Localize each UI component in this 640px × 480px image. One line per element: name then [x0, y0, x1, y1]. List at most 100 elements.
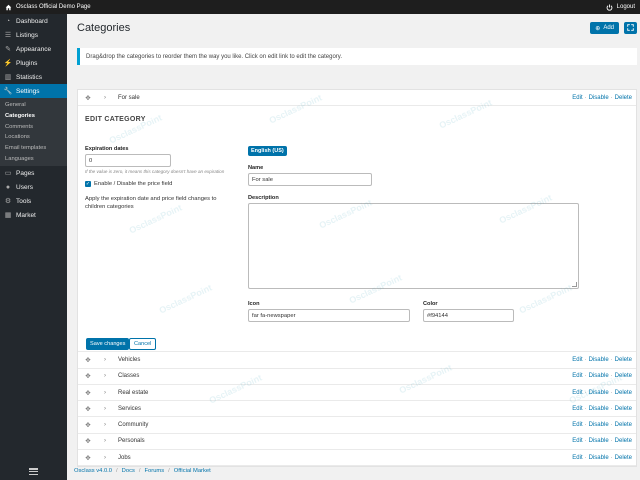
- save-changes-button[interactable]: Save changes: [86, 338, 130, 351]
- edit-link[interactable]: Edit: [572, 455, 582, 461]
- sidebar-item-market[interactable]: ▦ Market: [0, 208, 67, 222]
- chevron-right-icon[interactable]: ›: [100, 390, 110, 396]
- expiration-label: Expiration dates: [85, 146, 129, 153]
- official-market-link[interactable]: Official Market: [174, 468, 211, 474]
- drag-handle-icon[interactable]: ✥: [82, 94, 94, 102]
- chevron-right-icon[interactable]: ›: [100, 438, 110, 444]
- chevron-right-icon[interactable]: ›: [100, 422, 110, 428]
- logout-label: Logout: [616, 4, 635, 10]
- version-link[interactable]: Osclass v4.0.0: [74, 468, 112, 474]
- edit-link[interactable]: Edit: [572, 390, 582, 396]
- category-row: ✥ › Classes Edit · Disable · Delete: [78, 369, 636, 385]
- disable-link[interactable]: Disable: [589, 390, 609, 396]
- submenu-item-comments[interactable]: Comments: [0, 121, 67, 132]
- submenu-item-locations[interactable]: Locations: [0, 132, 67, 143]
- chevron-right-icon[interactable]: ›: [100, 373, 110, 379]
- edit-link[interactable]: Edit: [572, 373, 582, 379]
- delete-link[interactable]: Delete: [615, 390, 632, 396]
- icon-input[interactable]: far fa-newspaper: [248, 309, 410, 323]
- disable-link[interactable]: Disable: [589, 438, 609, 444]
- name-input[interactable]: For sale: [248, 173, 372, 187]
- disable-link[interactable]: Disable: [589, 373, 609, 379]
- sidebar-item-plugins[interactable]: ⚡ Plugins: [0, 56, 67, 70]
- disable-link[interactable]: Disable: [589, 455, 609, 461]
- resize-handle-icon[interactable]: [572, 282, 577, 288]
- logout-link[interactable]: Logout: [606, 4, 635, 11]
- delete-link[interactable]: Delete: [615, 422, 632, 428]
- delete-link[interactable]: Delete: [615, 406, 632, 412]
- disable-link[interactable]: Disable: [589, 422, 609, 428]
- sidebar-item-settings[interactable]: 🔧 Settings: [0, 84, 67, 98]
- separator: ·: [610, 356, 613, 363]
- chevron-right-icon[interactable]: ›: [100, 95, 110, 101]
- edit-link[interactable]: Edit: [572, 95, 582, 101]
- description-label: Description: [248, 195, 279, 202]
- forums-link[interactable]: Forums: [145, 468, 165, 474]
- sidebar-item-listings[interactable]: ☰ Listings: [0, 28, 67, 42]
- cancel-button[interactable]: Cancel: [129, 338, 157, 351]
- categories-panel: ✥ › For sale Edit · Disable · Delete EDIT …: [77, 89, 637, 468]
- color-input[interactable]: #f94144: [423, 309, 514, 323]
- sidebar-item-appearance[interactable]: ✎ Appearance: [0, 42, 67, 56]
- category-row: ✥ › Vehicles Edit · Disable · Delete: [78, 352, 636, 369]
- separator: ·: [610, 94, 613, 101]
- admin-topbar: Osclass Official Demo Page Logout: [0, 0, 640, 14]
- category-name: Jobs: [118, 454, 131, 461]
- add-category-button[interactable]: ⊕ Add: [590, 22, 619, 34]
- separator: ·: [584, 422, 587, 429]
- chevron-right-icon[interactable]: ›: [100, 357, 110, 363]
- page-icon: ▭: [4, 170, 12, 178]
- chevron-right-icon[interactable]: ›: [100, 406, 110, 412]
- docs-link[interactable]: Docs: [122, 468, 135, 474]
- language-tab[interactable]: English (US): [248, 146, 287, 157]
- delete-link[interactable]: Delete: [615, 438, 632, 444]
- separator: ·: [584, 438, 587, 445]
- drag-handle-icon[interactable]: ✥: [82, 437, 94, 445]
- delete-link[interactable]: Delete: [615, 455, 632, 461]
- delete-link[interactable]: Delete: [615, 373, 632, 379]
- edit-category-form: EDIT CATEGORY Expiration dates 0 If the …: [78, 106, 636, 353]
- apply-children-text[interactable]: Apply the expiration date and price fiel…: [85, 196, 235, 211]
- drag-handle-icon[interactable]: ✥: [82, 421, 94, 429]
- edit-link[interactable]: Edit: [572, 406, 582, 412]
- drag-handle-icon[interactable]: ✥: [82, 454, 94, 462]
- category-name: Classes: [118, 373, 140, 380]
- submenu-item-categories[interactable]: Categories: [0, 111, 67, 122]
- disable-link[interactable]: Disable: [589, 95, 609, 101]
- category-name: Services: [118, 405, 142, 412]
- site-link[interactable]: Osclass Official Demo Page: [5, 4, 91, 11]
- collapse-menu-icon[interactable]: [29, 468, 38, 475]
- expiration-hint: If the value is zero, it means this cate…: [85, 169, 225, 175]
- toggle-expand-button[interactable]: [624, 22, 637, 34]
- description-textarea[interactable]: [248, 203, 579, 290]
- expiration-input[interactable]: 0: [85, 154, 171, 168]
- wrench-icon: 🔧: [3, 88, 13, 95]
- disable-link[interactable]: Disable: [589, 406, 609, 412]
- drag-handle-icon[interactable]: ✥: [82, 356, 94, 364]
- submenu-item-languages[interactable]: Languages: [0, 153, 67, 164]
- sidebar-item-dashboard[interactable]: ◔ Dashboard: [0, 14, 67, 28]
- edit-link[interactable]: Edit: [572, 422, 582, 428]
- drag-handle-icon[interactable]: ✥: [82, 389, 94, 397]
- drag-handle-icon[interactable]: ✥: [82, 372, 94, 380]
- category-row: ✥ › For sale Edit · Disable · Delete: [78, 90, 636, 107]
- edit-link[interactable]: Edit: [572, 357, 582, 363]
- separator: ·: [584, 94, 587, 101]
- price-toggle[interactable]: ✓ Enable / Disable the price field: [85, 181, 172, 188]
- sidebar-item-statistics[interactable]: ▥ Statistics: [0, 70, 67, 84]
- drag-handle-icon[interactable]: ✥: [82, 405, 94, 413]
- delete-link[interactable]: Delete: [615, 95, 632, 101]
- sidebar-item-users[interactable]: ● Users: [0, 180, 67, 194]
- chevron-right-icon[interactable]: ›: [100, 455, 110, 461]
- page-title: Categories: [77, 22, 131, 34]
- disable-link[interactable]: Disable: [589, 357, 609, 363]
- plus-circle-icon: ⊕: [595, 25, 601, 32]
- edit-link[interactable]: Edit: [572, 438, 582, 444]
- separator: ·: [610, 454, 613, 461]
- separator: ·: [610, 422, 613, 429]
- delete-link[interactable]: Delete: [615, 357, 632, 363]
- sidebar-item-pages[interactable]: ▭ Pages: [0, 166, 67, 180]
- submenu-item-email-templates[interactable]: Email templates: [0, 143, 67, 154]
- sidebar-item-tools[interactable]: ⚙ Tools: [0, 194, 67, 208]
- submenu-item-general[interactable]: General: [0, 100, 67, 111]
